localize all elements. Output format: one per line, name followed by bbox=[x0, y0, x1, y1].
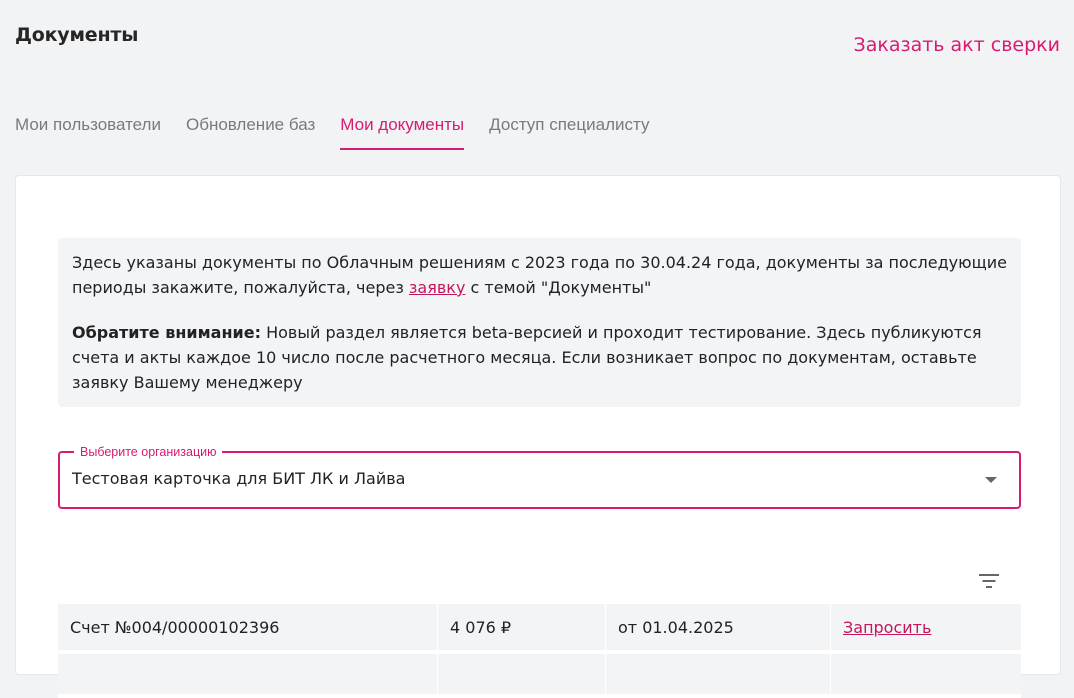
tabs-bar: Мои пользователи Обновление баз Мои доку… bbox=[15, 115, 649, 150]
order-reconciliation-act-link[interactable]: Заказать акт сверки bbox=[854, 34, 1060, 56]
documents-table: Счет №004/00000102396 4 076 ₽ от 01.04.2… bbox=[58, 604, 1021, 698]
attention-label: Обратите внимание: bbox=[72, 323, 261, 342]
tab-base-updates[interactable]: Обновление баз bbox=[186, 115, 315, 150]
filter-icon-line bbox=[979, 574, 999, 576]
document-action-cell: Запросить bbox=[831, 604, 1021, 650]
tab-my-users[interactable]: Мои пользователи bbox=[15, 115, 161, 150]
tab-specialist-access[interactable]: Доступ специалисту bbox=[489, 115, 649, 150]
organization-select[interactable]: Выберите организацию Тестовая карточка д… bbox=[58, 444, 1021, 509]
table-row: Счет №004/00000102396 4 076 ₽ от 01.04.2… bbox=[58, 604, 1021, 654]
document-date: от 01.04.2025 bbox=[606, 604, 831, 650]
documents-card: Здесь указаны документы по Облачным реше… bbox=[15, 175, 1061, 698]
table-cell-empty bbox=[438, 654, 606, 694]
info-paragraph-beta: Обратите внимание: Новый раздел является… bbox=[72, 320, 1007, 395]
page-title: Документы bbox=[15, 24, 139, 46]
info-notice: Здесь указаны документы по Облачным реше… bbox=[58, 238, 1021, 407]
info-paragraph-period: Здесь указаны документы по Облачным реше… bbox=[72, 250, 1007, 300]
document-amount: 4 076 ₽ bbox=[438, 604, 606, 650]
request-document-link[interactable]: Запросить bbox=[843, 618, 931, 637]
organization-select-value: Тестовая карточка для БИТ ЛК и Лайва bbox=[72, 469, 406, 488]
document-name: Счет №004/00000102396 bbox=[58, 604, 438, 650]
table-cell-empty bbox=[606, 654, 831, 694]
tab-my-documents[interactable]: Мои документы bbox=[340, 115, 465, 150]
table-cell-empty bbox=[58, 654, 438, 694]
filter-icon-line bbox=[986, 586, 992, 588]
table-cell-empty bbox=[831, 654, 1021, 694]
request-application-link[interactable]: заявку bbox=[409, 278, 466, 297]
chevron-down-icon bbox=[985, 477, 997, 483]
filter-icon[interactable] bbox=[978, 573, 1000, 589]
filter-icon-line bbox=[982, 580, 996, 582]
table-row bbox=[58, 654, 1021, 698]
info-text-after-link: с темой "Документы" bbox=[465, 278, 652, 297]
organization-select-label: Выберите организацию bbox=[74, 444, 223, 460]
